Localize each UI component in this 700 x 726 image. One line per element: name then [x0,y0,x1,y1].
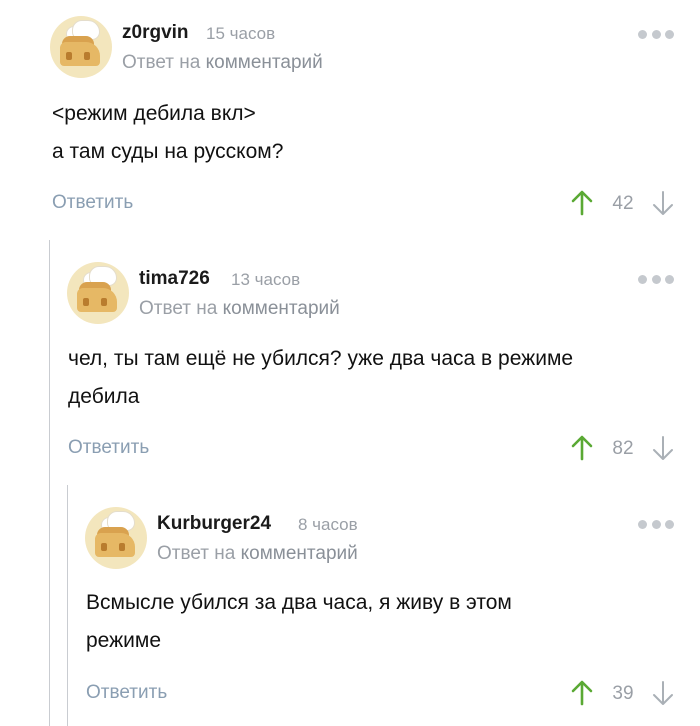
reply-to-prefix: Ответ на [122,52,201,73]
arrow-down-icon[interactable] [652,190,674,216]
rating-count: 39 [612,683,634,704]
reply-to-prefix: Ответ на [157,543,236,564]
avatar[interactable] [67,262,129,324]
comment-time: 13 часов [231,270,301,289]
comment-text-line: чел, ты там ещё не убился? уже два часа … [68,347,574,370]
comment-text-line: режиме [86,629,162,652]
comment-author[interactable]: z0rgvin [122,22,189,44]
arrow-down-icon[interactable] [652,435,674,461]
comment-text-line: <режим дебила вкл> [52,102,256,125]
comment-time: 8 часов [298,515,358,534]
comment-author[interactable]: tima726 [139,268,210,290]
reply-to-comment-link[interactable]: комментарий [241,543,358,564]
reply-button[interactable]: Ответить [68,437,149,459]
reply-to-comment-link[interactable]: комментарий [223,298,340,319]
reply-button[interactable]: Ответить [86,682,167,704]
rating-count: 82 [612,438,634,459]
reply-to-comment-link[interactable]: комментарий [206,52,323,73]
rating-count: 42 [612,193,634,214]
comment-author[interactable]: Kurburger24 [157,513,271,535]
reply-to-label: Ответ на комментарий [122,52,323,74]
arrow-up-icon[interactable] [571,435,593,461]
comment-text-line: дебила [68,385,140,408]
arrow-up-icon[interactable] [571,680,593,706]
comment-text-line: а там суды на русском? [52,140,284,163]
arrow-up-icon[interactable] [571,190,593,216]
more-dots-icon[interactable] [638,29,674,39]
comment: tima726 13 часов Ответ на комментарий че… [50,240,700,485]
arrow-down-icon[interactable] [652,680,674,706]
more-dots-icon[interactable] [638,274,674,284]
reply-to-label: Ответ на комментарий [157,543,358,565]
comment-text: <режим дебила вкл> а там суды на русском… [52,95,283,171]
comment-text: чел, ты там ещё не убился? уже два часа … [68,340,573,416]
comment-text-line: Всмысле убился за два часа, я живу в это… [86,591,512,614]
avatar[interactable] [85,507,147,569]
reply-to-label: Ответ на комментарий [139,298,340,320]
avatar[interactable] [50,16,112,78]
comment-time: 15 часов [206,24,276,43]
more-dots-icon[interactable] [638,519,674,529]
reply-button[interactable]: Ответить [52,192,133,214]
comment: z0rgvin 15 часов Ответ на комментарий <р… [0,0,700,240]
comment: Kurburger24 8 часов Ответ на комментарий… [68,485,700,726]
comment-text: Всмысле убился за два часа, я живу в это… [86,584,512,660]
reply-to-prefix: Ответ на [139,298,218,319]
